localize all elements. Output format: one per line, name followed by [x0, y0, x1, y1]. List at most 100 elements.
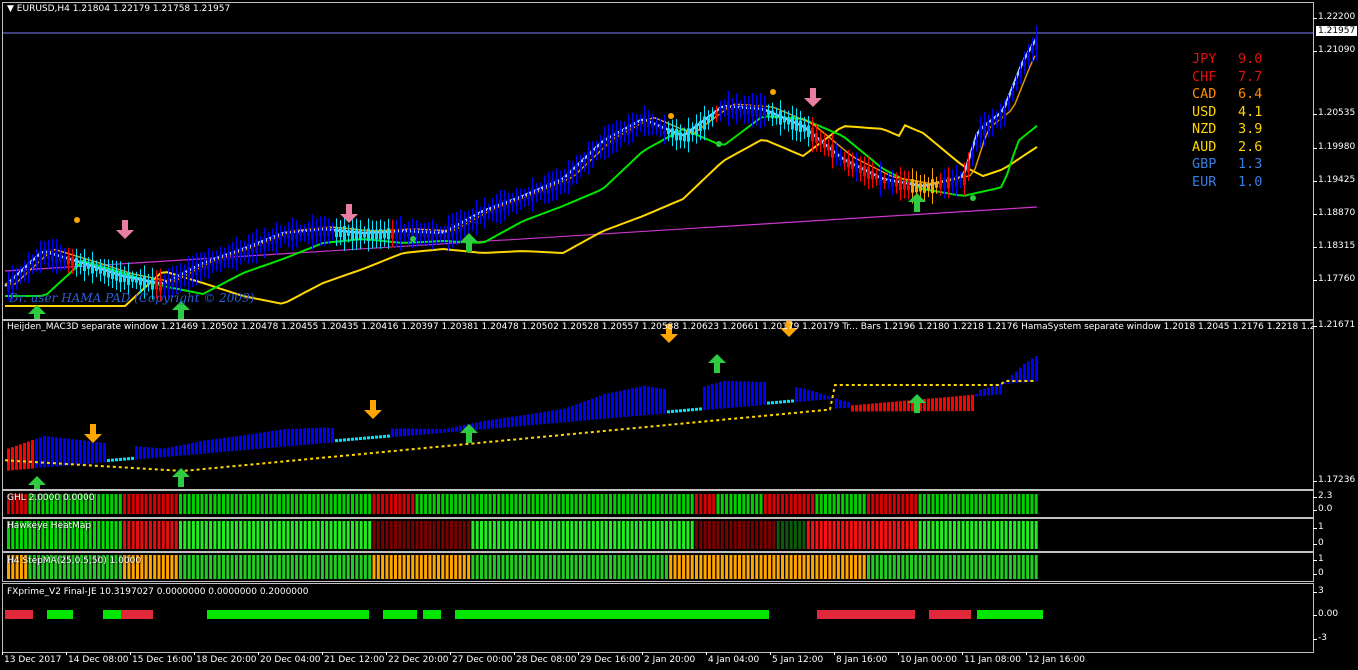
- heatmap-indicator-pane[interactable]: Hawkeye HeatMap: [2, 518, 1314, 552]
- heatmap-bar: [222, 521, 225, 549]
- histogram-bar: [655, 387, 658, 415]
- histogram-bar: [875, 403, 878, 412]
- histogram-bar: [639, 386, 642, 416]
- ghl-bar: [385, 494, 389, 514]
- stepma-bar: [944, 555, 948, 579]
- histogram-bar: [647, 386, 650, 415]
- ghl-bar: [458, 494, 462, 514]
- candle-body: [227, 252, 230, 261]
- histogram-bar: [871, 403, 874, 412]
- ghl-bar: [303, 494, 307, 514]
- heatmap-bar: [970, 521, 974, 549]
- histogram-bar: [319, 427, 322, 444]
- heatmap-bar: [750, 521, 754, 549]
- candle-body: [503, 199, 506, 212]
- heatmap-bar: [802, 521, 806, 549]
- main-chart-title: ▼ EURUSD,H4 1.21804 1.22179 1.21758 1.21…: [7, 4, 231, 14]
- candle-body: [31, 261, 34, 268]
- candle-body: [55, 249, 58, 264]
- candle-body: [39, 250, 42, 263]
- histogram-bar: [807, 389, 810, 402]
- candle-body: [687, 128, 690, 142]
- candle-body: [123, 274, 126, 282]
- stepma-bar: [772, 555, 776, 579]
- histogram-bar: [279, 429, 282, 447]
- candle-body: [879, 172, 882, 186]
- histogram-bar: [439, 429, 442, 434]
- candle-body: [83, 258, 86, 272]
- candle-body: [195, 263, 198, 276]
- stepma-bar: [617, 555, 621, 579]
- currency-strength-value: 3.9: [1238, 121, 1263, 137]
- histogram-bar: [347, 438, 350, 442]
- ghl-indicator-pane[interactable]: GHL 2.0000 0.0000: [2, 490, 1314, 518]
- ghl-bar: [256, 494, 260, 514]
- stepma-bar: [918, 555, 922, 579]
- candle-body: [735, 103, 738, 115]
- histogram-bar: [799, 387, 802, 402]
- candle-body: [363, 232, 366, 238]
- candle-body: [895, 179, 898, 187]
- ghl-bar: [179, 494, 182, 514]
- histogram-bar: [483, 420, 486, 430]
- stepma-bar: [381, 555, 385, 579]
- histogram-bar: [955, 396, 958, 412]
- stepma-bar: [458, 555, 462, 579]
- heatmap-bar: [217, 521, 221, 549]
- candle-body: [815, 133, 818, 143]
- stepma-bar: [497, 555, 501, 579]
- collapse-triangle-icon[interactable]: ▼: [7, 4, 14, 14]
- candle-body: [1019, 69, 1022, 77]
- ghl-bar: [127, 494, 131, 514]
- heatmap-bar: [432, 521, 436, 549]
- currency-strength-row: JPY 9.0: [1192, 51, 1262, 69]
- time-label: 22 Dec 20:00: [386, 652, 449, 665]
- heatmap-bar: [578, 521, 582, 549]
- ghl-bar: [1034, 494, 1038, 514]
- heatmap-bar: [918, 521, 922, 549]
- currency-strength-value: 4.1: [1238, 103, 1263, 120]
- histogram-bar: [575, 404, 578, 422]
- stepma-bar: [299, 555, 303, 579]
- price-tick: 1.22200: [1312, 12, 1356, 22]
- candle-body: [219, 254, 222, 264]
- ghl-bar: [394, 494, 397, 514]
- stepma-bar: [978, 555, 982, 579]
- heatmap-bar: [583, 521, 587, 549]
- candle-body: [979, 126, 982, 139]
- time-label: 28 Dec 08:00: [514, 652, 577, 665]
- mac3d-indicator-pane[interactable]: Heijden_MAC3D separate window 1.21469 1.…: [2, 320, 1314, 490]
- histogram-bar: [147, 447, 150, 459]
- ghl-bar: [819, 494, 823, 514]
- ghl-bar: [187, 494, 191, 514]
- heatmap-bar: [841, 521, 845, 549]
- heatmap-bar: [738, 521, 741, 549]
- ghl-bar: [136, 494, 139, 514]
- histogram-bar: [751, 381, 754, 406]
- histogram-bar: [759, 381, 762, 406]
- ghl-bar: [140, 494, 144, 514]
- candle-body: [623, 128, 626, 136]
- histogram-bar: [959, 395, 962, 412]
- candle-body: [771, 110, 774, 119]
- ghl-bar: [1004, 494, 1008, 514]
- main-chart-pane[interactable]: ▼ EURUSD,H4 1.21804 1.22179 1.21758 1.21…: [2, 2, 1314, 320]
- stepma-indicator-pane[interactable]: H4 StepMA(25,0.5,50) 1.0000: [2, 552, 1314, 582]
- histogram-bar: [999, 383, 1002, 395]
- heatmap-bar: [621, 521, 625, 549]
- histogram-bar: [627, 389, 630, 417]
- fxprime-signal-bar: [977, 610, 1043, 619]
- heatmap-bar: [604, 521, 608, 549]
- heatmap-bar: [437, 521, 440, 549]
- heatmap-bar: [131, 521, 135, 549]
- histogram-bar: [691, 408, 694, 412]
- histogram-bar: [27, 441, 30, 469]
- heatmap-bar: [720, 521, 724, 549]
- fxprime-signal-bar: [929, 610, 971, 619]
- ghl-bar: [243, 494, 247, 514]
- ghl-bar: [110, 494, 114, 514]
- stepma-bar: [1008, 555, 1012, 579]
- histogram-bar: [555, 409, 558, 423]
- fxprime-indicator-pane[interactable]: FXprime_V2 Final-JE 10.3197027 0.0000000…: [2, 583, 1314, 653]
- stepma-bar: [948, 555, 952, 579]
